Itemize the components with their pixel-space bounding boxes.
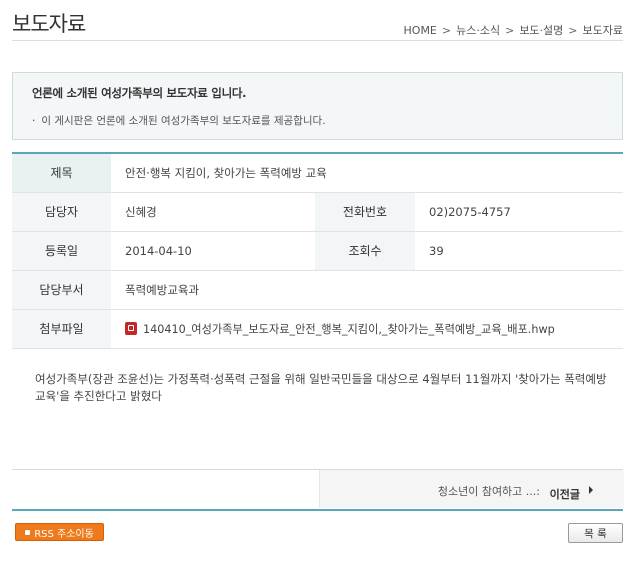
date-label: 등록일	[12, 231, 111, 271]
hwp-file-icon	[125, 321, 137, 335]
phone-value: 02)2075-4757	[415, 192, 624, 232]
table-row: 등록일 2014-04-10 조회수 39	[12, 231, 624, 271]
notice-body: · 이 게시판은 언론에 소개된 여성가족부의 보도자료를 제공합니다.	[32, 113, 326, 128]
title-label: 제목	[12, 153, 111, 193]
table-row: 제목 안전·행복 지킴이, 찾아가는 폭력예방 교육	[12, 153, 624, 193]
prev-post-label[interactable]: 이전글	[550, 483, 580, 502]
notice-text: 이 게시판은 언론에 소개된 여성가족부의 보도자료를 제공합니다.	[41, 115, 326, 127]
manager-label: 담당자	[12, 192, 111, 232]
prev-post-title[interactable]: 청소년이 참여하고 ...:	[438, 483, 540, 499]
breadcrumb-press[interactable]: 보도·설명	[519, 22, 563, 38]
article-body: 여성가족부(장관 조윤선)는 가정폭력·성폭력 근절을 위해 일반국민들을 대상…	[35, 372, 607, 403]
title-divider	[12, 40, 623, 41]
views-value: 39	[415, 231, 624, 271]
rss-icon	[25, 529, 31, 535]
manager-value: 신혜경	[111, 192, 315, 232]
bullet-icon: ·	[32, 115, 36, 127]
notice-heading: 언론에 소개된 여성가족부의 보도자료 입니다.	[32, 86, 247, 100]
page-title: 보도자료	[12, 12, 86, 36]
notice-box: 언론에 소개된 여성가족부의 보도자료 입니다. · 이 게시판은 언론에 소개된…	[12, 72, 623, 140]
views-label: 조회수	[315, 231, 415, 271]
breadcrumb-home[interactable]: HOME	[404, 24, 437, 37]
breadcrumb-separator: >	[505, 23, 515, 37]
table-row: 첨부파일 140410_여성가족부_보도자료_안전_행복_지킴이,_찾아가는_폭…	[12, 309, 624, 349]
phone-label: 전화번호	[315, 192, 415, 232]
attachment-link[interactable]: 140410_여성가족부_보도자료_안전_행복_지킴이,_찾아가는_폭력예방_교…	[143, 323, 555, 336]
breadcrumb-current: 보도자료	[582, 24, 623, 37]
prev-post-nav[interactable]: 청소년이 참여하고 ...: 이전글	[319, 470, 624, 508]
chevron-right-icon	[589, 486, 593, 494]
rss-button-label: RSS 주소이동	[34, 528, 94, 540]
date-value: 2014-04-10	[111, 231, 315, 271]
department-value: 폭력예방교육과	[111, 270, 624, 310]
department-label: 담당부서	[12, 270, 111, 310]
table-row: 담당부서 폭력예방교육과	[12, 270, 624, 310]
list-button-label: 목 록	[584, 527, 607, 540]
attachment-cell: 140410_여성가족부_보도자료_안전_행복_지킴이,_찾아가는_폭력예방_교…	[111, 309, 624, 349]
breadcrumb-separator: >	[568, 23, 578, 37]
rss-button[interactable]: RSS 주소이동	[15, 523, 104, 541]
breadcrumb-news[interactable]: 뉴스·소식	[456, 22, 500, 38]
table-row: 담당자 신혜경 전화번호 02)2075-4757	[12, 192, 624, 232]
press-info-table: 제목 안전·행복 지킴이, 찾아가는 폭력예방 교육 담당자 신혜경 전화번호 …	[12, 152, 624, 349]
nav-bottom-rule	[12, 509, 623, 511]
attachment-label: 첨부파일	[12, 309, 111, 349]
breadcrumb: HOME > 뉴스·소식 > 보도·설명 > 보도자료	[404, 22, 623, 38]
breadcrumb-separator: >	[441, 23, 452, 37]
list-button[interactable]: 목 록	[568, 523, 623, 543]
title-value: 안전·행복 지킴이, 찾아가는 폭력예방 교육	[111, 153, 624, 193]
